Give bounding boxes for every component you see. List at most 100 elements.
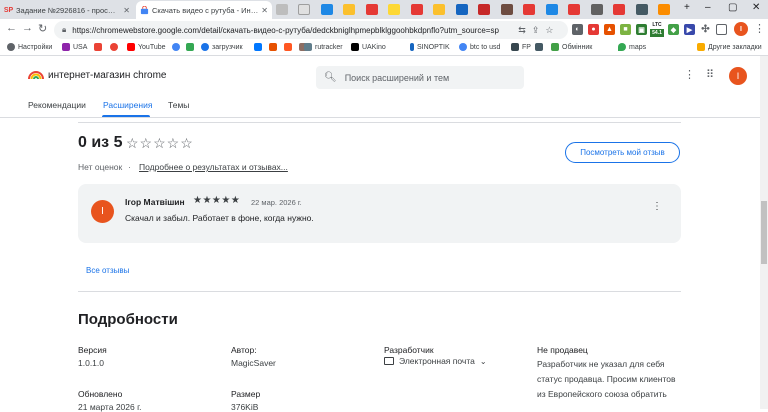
developer-email-button[interactable]: Электронная почта ⌄ [384,356,487,366]
tab-mini[interactable] [298,4,310,15]
bookmark-item[interactable]: SINOPTIK [410,43,450,51]
search-input[interactable]: 🔍︎ Поиск расширений и тем [316,66,524,89]
share-icon[interactable]: ⇪ [532,25,540,36]
profile-avatar[interactable]: I [734,22,748,36]
bookmark-label: USA [73,43,88,51]
sidepanel-icon[interactable] [716,24,727,35]
bookmark-label: Обмінник [562,43,593,51]
bookmark-item[interactable]: YouTube [127,43,166,51]
ltc-ticker-extension[interactable]: LTC 54.1 [650,21,664,39]
all-reviews-link[interactable]: Все отзывы [86,266,129,275]
new-tab-button[interactable]: + [684,2,690,13]
extension-icon[interactable]: ▲ [604,24,615,35]
extension-icon[interactable]: ◆ [668,24,679,35]
back-button[interactable]: ← [6,22,17,34]
rutracker-icon [304,43,312,51]
close-icon[interactable]: ✕ [261,6,268,15]
bookmark-item[interactable]: UAKino [351,43,386,51]
bookmark-item[interactable] [172,43,183,51]
tab-mini[interactable] [501,4,513,15]
minimize-button[interactable]: – [705,2,711,13]
forward-button[interactable]: → [22,22,33,34]
bookmark-item[interactable] [284,43,295,51]
tab-task[interactable]: SP Задание №2926816 - просмотр з ✕ [0,1,134,19]
tab-extensions[interactable]: Расширения [103,100,152,110]
sp-favicon-icon: SP [3,6,14,14]
tab-mini[interactable] [321,4,333,15]
bookmark-item[interactable]: maps [618,43,646,51]
extension-icon[interactable]: ● [588,24,599,35]
tab-mini[interactable] [343,4,355,15]
reviewer-avatar: I [91,200,114,223]
tab-mini[interactable] [478,4,490,15]
extension-icon[interactable]: ▣ [636,24,647,35]
address-bar[interactable]: 🔒︎ https://chromewebstore.google.com/det… [54,21,568,39]
bookmark-item[interactable] [94,43,105,51]
bookmark-item[interactable] [535,43,546,51]
gear-icon [7,43,15,51]
youtube-icon [127,43,135,51]
translate-icon[interactable]: ⇆ [518,25,526,36]
bookmark-item[interactable]: rutracker [304,43,343,51]
scrollbar-thumb[interactable] [761,201,767,264]
tab-mini[interactable] [276,4,288,15]
tab-title: Скачать видео с рутуба - Интер [152,5,259,15]
bookmark-item[interactable]: FP [511,43,531,51]
tab-mini[interactable] [636,4,648,15]
url-text[interactable]: https://chromewebstore.google.com/detail… [72,26,512,35]
extension-icon[interactable]: ▶ [684,24,695,35]
other-bookmarks[interactable]: Другие закладки [697,43,762,51]
tab-mini[interactable] [658,4,670,15]
tab-mini[interactable] [613,4,625,15]
extension-icon[interactable]: ■ [620,24,631,35]
view-my-review-button[interactable]: Посмотреть мой отзыв [565,142,680,163]
review-more-icon[interactable]: ⋮ [652,201,662,212]
bookmark-label: UAKino [362,43,386,51]
divider [0,117,760,118]
ratings-info-link[interactable]: Подробнее о результатах и отзывах... [139,162,288,172]
browser-menu-icon[interactable]: ⋮ [754,22,765,35]
reload-button[interactable]: ↻ [38,22,47,35]
tab-mini[interactable] [591,4,603,15]
tab-mini[interactable] [456,4,468,15]
tab-mini[interactable] [411,4,423,15]
apps-grid-icon[interactable]: ⠿ [706,68,714,81]
close-icon[interactable]: ✕ [123,6,130,15]
author-label: Автор: [231,345,257,355]
details-heading: Подробности [78,311,178,328]
lock-icon[interactable]: 🔒︎ [62,25,66,35]
bookmark-item[interactable] [269,43,280,51]
close-window-button[interactable]: ✕ [752,2,760,13]
bookmark-item[interactable]: btc to usd [459,43,500,51]
tab-mini[interactable] [546,4,558,15]
webstore-page: интернет-магазин chrome 🔍︎ Поиск расшире… [0,56,760,412]
google-icon [172,43,180,51]
bookmarks-bar: Настройки USA YouTube загрузчик rutracke… [0,41,768,56]
tab-mini[interactable] [523,4,535,15]
avatar[interactable]: I [729,67,747,85]
bookmark-item[interactable]: Обмінник [551,43,592,51]
more-options-icon[interactable]: ⋮ [684,68,695,81]
bookmark-star-icon[interactable]: ☆ [545,25,553,36]
bookmark-item[interactable]: загрузчик [201,43,243,51]
tab-recommendations[interactable]: Рекомендации [28,100,86,110]
bookmark-item[interactable] [110,43,121,51]
store-title[interactable]: интернет-магазин chrome [48,70,167,81]
bookmark-item[interactable]: USA [62,43,87,51]
bookmark-item[interactable] [254,43,265,51]
uakino-icon [351,43,359,51]
webstore-rainbow-logo-icon[interactable] [28,69,44,79]
tab-mini[interactable] [366,4,378,15]
bookmark-label: SINOPTIK [417,43,450,51]
bookmark-item[interactable]: Настройки [7,43,52,51]
maximize-button[interactable]: ▢ [728,2,737,13]
tab-mini[interactable] [433,4,445,15]
tab-themes[interactable]: Темы [168,100,189,110]
tab-webstore[interactable]: Скачать видео с рутуба - Интер ✕ [136,1,272,19]
tab-mini[interactable] [568,4,580,15]
google-icon [459,43,467,51]
extensions-puzzle-icon[interactable]: ✣ [700,24,711,35]
bookmark-item[interactable] [186,43,197,51]
extension-icon[interactable]: ◐ [572,24,583,35]
tab-mini[interactable] [388,4,400,15]
